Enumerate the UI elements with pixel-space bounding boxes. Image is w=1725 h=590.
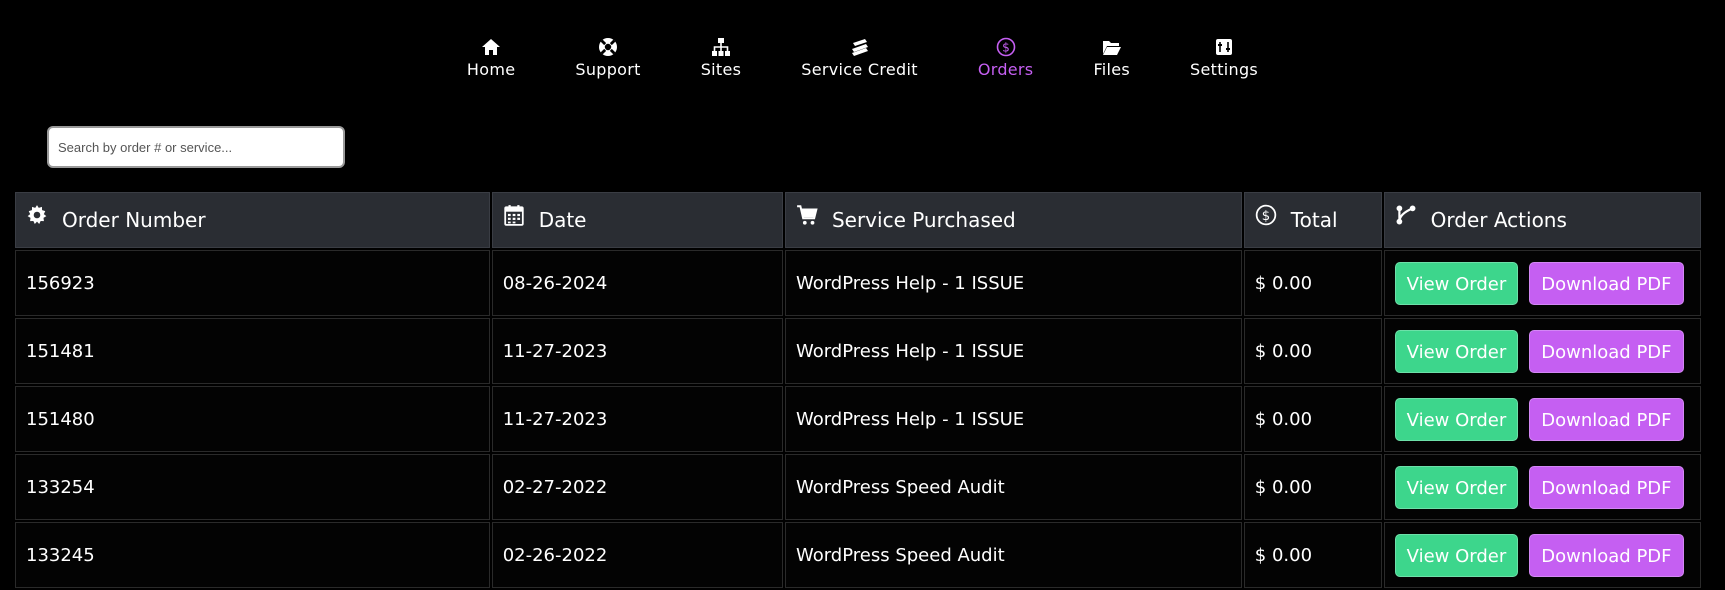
total-cell: $ 0.00 [1243,318,1382,384]
nav-item-service-credit[interactable]: Service Credit [771,36,948,79]
service-cell: WordPress Speed Audit [784,522,1242,588]
column-header-total[interactable]: $ Total [1243,192,1382,248]
nav-items: Home Support Sites Service Credit $ Orde… [437,36,1288,79]
nav-item-home[interactable]: Home [437,36,545,79]
search-container [47,126,345,168]
total-cell: $ 0.00 [1243,250,1382,316]
calendar-icon [503,204,525,226]
header-label: Service Purchased [831,208,1016,232]
order-number-cell: 151481 [15,318,490,384]
date-cell: 02-26-2022 [491,522,783,588]
date-cell: 11-27-2023 [491,386,783,452]
cart-icon [796,204,818,226]
branch-icon [1395,204,1417,226]
service-cell: WordPress Speed Audit [784,454,1242,520]
nav-item-orders[interactable]: $ Orders [948,36,1064,79]
column-header-order-number[interactable]: Order Number [15,192,490,248]
view-order-button[interactable]: View Order [1394,533,1519,577]
svg-text:$: $ [1002,41,1010,55]
order-number-cell: 156923 [15,250,490,316]
top-navigation: Home Support Sites Service Credit $ Orde… [0,0,1725,100]
column-header-date[interactable]: Date [491,192,783,248]
sliders-icon [1213,36,1235,58]
header-label: Date [538,208,587,232]
nav-label: Service Credit [801,60,918,79]
home-icon [480,36,502,58]
table-header-row: Order Number Date Service Purchased $ To… [15,192,1701,248]
money-stack-icon [849,36,871,58]
date-cell: 08-26-2024 [491,250,783,316]
order-number-cell: 151480 [15,386,490,452]
nav-label: Support [575,60,641,79]
column-header-actions[interactable]: Order Actions [1383,192,1701,248]
nav-label: Home [466,60,516,79]
nav-item-support[interactable]: Support [545,36,670,79]
view-order-button[interactable]: View Order [1394,465,1519,509]
table-row: 133245 02-26-2022 WordPress Speed Audit … [15,522,1701,588]
nav-label: Orders [977,60,1034,79]
download-pdf-button[interactable]: Download PDF [1529,261,1684,305]
header-label: Total [1290,208,1338,232]
total-cell: $ 0.00 [1243,454,1382,520]
total-cell: $ 0.00 [1243,386,1382,452]
svg-text:$: $ [1262,209,1270,224]
search-input[interactable] [47,126,345,168]
order-number-cell: 133254 [15,454,490,520]
date-cell: 02-27-2022 [491,454,783,520]
header-label: Order Number [62,208,206,232]
table-row: 151481 11-27-2023 WordPress Help - 1 ISS… [15,318,1701,384]
nav-label: Files [1093,60,1131,79]
download-pdf-button[interactable]: Download PDF [1529,329,1684,373]
table-row: 156923 08-26-2024 WordPress Help - 1 ISS… [15,250,1701,316]
gear-icon [26,204,48,226]
dollar-circle-icon: $ [995,36,1017,58]
table-row: 133254 02-27-2022 WordPress Speed Audit … [15,454,1701,520]
lifebuoy-icon [597,36,619,58]
actions-cell: View Order Download PDF [1383,522,1701,588]
actions-cell: View Order Download PDF [1383,386,1701,452]
view-order-button[interactable]: View Order [1394,397,1519,441]
view-order-button[interactable]: View Order [1394,261,1519,305]
nav-item-settings[interactable]: Settings [1160,36,1288,79]
total-cell: $ 0.00 [1243,522,1382,588]
column-header-service[interactable]: Service Purchased [784,192,1242,248]
date-cell: 11-27-2023 [491,318,783,384]
order-number-cell: 133245 [15,522,490,588]
actions-cell: View Order Download PDF [1383,250,1701,316]
download-pdf-button[interactable]: Download PDF [1529,397,1684,441]
dollar-circle-icon: $ [1255,204,1277,226]
nav-item-files[interactable]: Files [1063,36,1160,79]
table-row: 151480 11-27-2023 WordPress Help - 1 ISS… [15,386,1701,452]
header-label: Order Actions [1430,208,1567,232]
nav-label: Settings [1190,60,1259,79]
service-cell: WordPress Help - 1 ISSUE [784,250,1242,316]
view-order-button[interactable]: View Order [1394,329,1519,373]
service-cell: WordPress Help - 1 ISSUE [784,318,1242,384]
nav-item-sites[interactable]: Sites [671,36,772,79]
folder-open-icon [1101,36,1123,58]
actions-cell: View Order Download PDF [1383,454,1701,520]
sitemap-icon [710,36,732,58]
download-pdf-button[interactable]: Download PDF [1529,533,1684,577]
actions-cell: View Order Download PDF [1383,318,1701,384]
service-cell: WordPress Help - 1 ISSUE [784,386,1242,452]
orders-table: Order Number Date Service Purchased $ To… [13,190,1703,590]
nav-label: Sites [700,60,742,79]
download-pdf-button[interactable]: Download PDF [1529,465,1684,509]
